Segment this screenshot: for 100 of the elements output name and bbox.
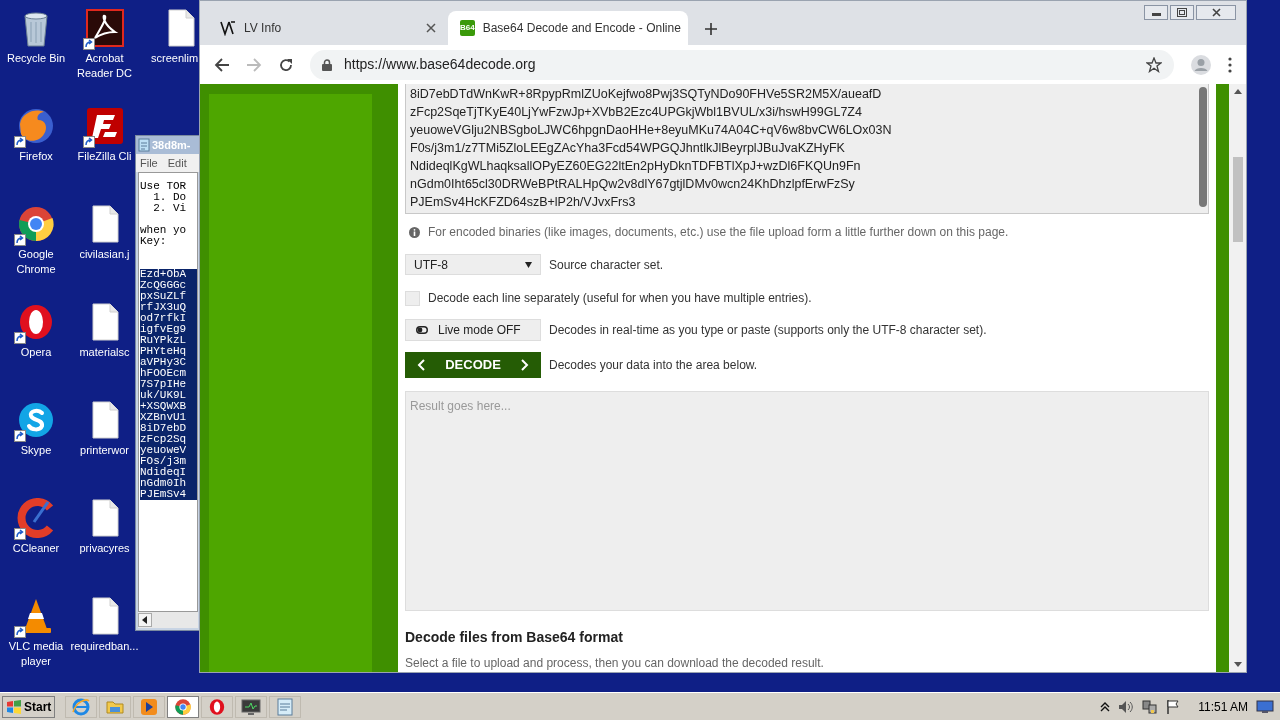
- desktop-icon-label[interactable]: VLC media player: [0, 639, 72, 669]
- skype-icon: [16, 400, 56, 440]
- shortcut-arrow-icon: [14, 332, 26, 344]
- encoded-text-line: F0s/j3m1/z7TMi5ZloLEEgZAcYha3Fcd54WPGQJhntlkJlBeyrplJBuJvaKZHyFK: [410, 140, 845, 157]
- scroll-down-icon[interactable]: [1233, 662, 1242, 667]
- reload-icon[interactable]: [278, 56, 294, 73]
- desktop-icon-label[interactable]: Google Chrome: [0, 247, 72, 277]
- result-textarea[interactable]: Result goes here...: [405, 391, 1209, 611]
- minimize-icon: [1151, 13, 1161, 16]
- taskbar-app-button[interactable]: [133, 695, 166, 718]
- speaker-icon[interactable]: [1118, 699, 1135, 714]
- shortcut-arrow-icon: [14, 234, 26, 246]
- text-line: when yo: [140, 225, 187, 236]
- browser-tab[interactable]: LV Info: [208, 11, 448, 45]
- close-icon: [1211, 8, 1221, 17]
- text-line: 2. Vi: [152, 203, 187, 214]
- encoded-text-line: NdideqlKgWLhaqksallOPyEZ60EG22ltEn2pHyDknTDFBTlXpJ+wzDl6FKQUn9Fn: [410, 158, 861, 175]
- scroll-left-button[interactable]: [138, 613, 152, 627]
- desktop-icon-label[interactable]: privacyres: [79, 541, 130, 556]
- info-note: For encoded binaries (like images, documents, etc.) use the file upload form a little further down on this page.: [428, 224, 1009, 241]
- menu-item[interactable]: File: [140, 154, 158, 172]
- scroll-up-icon[interactable]: [1233, 89, 1242, 94]
- url-text: https://www.base64decode.org: [344, 55, 537, 74]
- star-icon[interactable]: [1146, 56, 1162, 73]
- desktop-icon-label[interactable]: FileZilla Cli: [77, 149, 132, 164]
- taskbar-app-button[interactable]: [201, 695, 234, 718]
- toggle-icon: [416, 326, 428, 334]
- shortcut-arrow-icon: [14, 528, 26, 540]
- left-arrow-icon: [142, 616, 148, 624]
- clock[interactable]: 11:51 AM: [1198, 697, 1248, 716]
- desktop-icon-label[interactable]: materialsc: [79, 345, 130, 360]
- text-line: Key:: [140, 236, 167, 247]
- show-hidden-icons-icon[interactable]: [1100, 701, 1111, 712]
- text-line: Use TOR: [140, 181, 187, 192]
- encoded-text-line: yeuoweVGlju2NBSgboLJWC6hpgnDaoHHe+8eyuMKu74A04C+qV6w8bvCW6LOx03N: [410, 122, 892, 139]
- desktop-icon-label[interactable]: requiredban...: [70, 639, 139, 654]
- desktop-icon-label[interactable]: civilasian.j: [79, 247, 130, 262]
- desktop-icon-label[interactable]: Acrobat Reader DC: [74, 51, 135, 81]
- taskbar-app-button[interactable]: [235, 695, 268, 718]
- shortcut-arrow-icon: [82, 38, 95, 50]
- charset-label: Source character set.: [549, 256, 664, 274]
- show-desktop-icon[interactable]: [1256, 699, 1274, 714]
- decode-button[interactable]: DECODE: [405, 352, 541, 378]
- browser-tab[interactable]: B64 Base64 Decode and Encode - Online: [448, 11, 688, 45]
- minimize-button[interactable]: [1144, 5, 1168, 20]
- desktop-icon-label[interactable]: screenlim: [149, 51, 199, 66]
- flag-icon[interactable]: [1166, 698, 1181, 715]
- desktop-icon-label[interactable]: Opera: [0, 345, 72, 360]
- shortcut-arrow-icon: [82, 136, 95, 148]
- desktop-icon-label[interactable]: Recycle Bin: [0, 51, 72, 66]
- address-bar[interactable]: https://www.base64decode.org: [310, 49, 1174, 80]
- close-icon[interactable]: [426, 23, 436, 33]
- checkbox[interactable]: [405, 290, 420, 306]
- window-title: 38d8m-: [152, 137, 191, 153]
- maximize-button[interactable]: [1170, 5, 1194, 20]
- desktop-icon-label[interactable]: Skype: [0, 443, 72, 458]
- profile-avatar-icon[interactable]: [1190, 53, 1212, 76]
- acrobat-icon: [84, 8, 125, 48]
- site-favicon: B64: [460, 20, 475, 36]
- start-button[interactable]: Start: [2, 695, 56, 718]
- restore-icon: [1177, 8, 1187, 17]
- close-window-button[interactable]: [1196, 5, 1236, 20]
- chrome-icon: [174, 697, 193, 716]
- live-mode-button[interactable]: Live mode OFF: [405, 319, 541, 341]
- live-mode-label: Decodes in real-time as you type or paste (supports only the UTF-8 character set).: [549, 322, 987, 339]
- monitor-icon: [241, 697, 262, 716]
- desktop-icon-label[interactable]: CCleaner: [0, 541, 72, 556]
- chevron-right-icon: [521, 359, 529, 371]
- menu-item[interactable]: Edit: [167, 154, 187, 172]
- info-icon: [409, 226, 420, 238]
- desktop-icon-label[interactable]: Firefox: [0, 149, 72, 164]
- taskbar-app-button[interactable]: [167, 695, 200, 718]
- dropdown-arrow-icon: [525, 261, 532, 268]
- lock-icon: [322, 58, 332, 71]
- section-heading: Decode files from Base64 format: [405, 628, 624, 647]
- back-arrow-icon[interactable]: [214, 56, 230, 73]
- scrollbar-thumb[interactable]: [1232, 157, 1243, 242]
- encoded-text-line: PJEmSv4HcKFZD64szB+lP2h/VJvxFrs3: [410, 194, 636, 211]
- tab-title: LV Info: [244, 20, 283, 37]
- scrollbar-thumb[interactable]: [1199, 87, 1207, 207]
- text-line: 1. Do: [152, 192, 187, 203]
- desktop-icon-label[interactable]: printerwor: [80, 443, 129, 458]
- firefox-icon: [16, 106, 56, 146]
- charset-select[interactable]: UTF-8: [405, 254, 541, 275]
- input-textarea[interactable]: [405, 84, 1209, 214]
- chevron-left-icon: [417, 359, 425, 371]
- menu-icon[interactable]: [1228, 56, 1232, 73]
- shortcut-arrow-icon: [14, 136, 26, 148]
- network-icon[interactable]: [1142, 698, 1159, 715]
- shortcut-arrow-icon: [14, 430, 26, 442]
- section-description: Select a file to upload and process, then you can download the decoded result.: [405, 655, 825, 672]
- shortcut-arrow-icon: [14, 626, 26, 638]
- new-tab-icon[interactable]: [704, 22, 718, 36]
- checkbox-label: Decode each line separately (useful for when you have multiple entries).: [428, 290, 812, 307]
- windows-logo-icon: [6, 699, 22, 714]
- monogram-logo-icon: [220, 20, 236, 36]
- opera-icon: [208, 697, 227, 716]
- encoded-text-line: nGdm0Iht65cl30DRWeBPtRALHpQw2v8dlY67gtjlDMv0wcn24KhDhzlpfErwFzSy: [410, 176, 855, 193]
- encoded-text-line: zFcp2SqeTjTKyE40LjYwFzwJp+XVbB2Ezc4UPGkjWbl1BVUL/x3i/hswH99GL7Z4: [410, 104, 862, 121]
- decode-label: Decodes your data into the area below.: [549, 357, 758, 374]
